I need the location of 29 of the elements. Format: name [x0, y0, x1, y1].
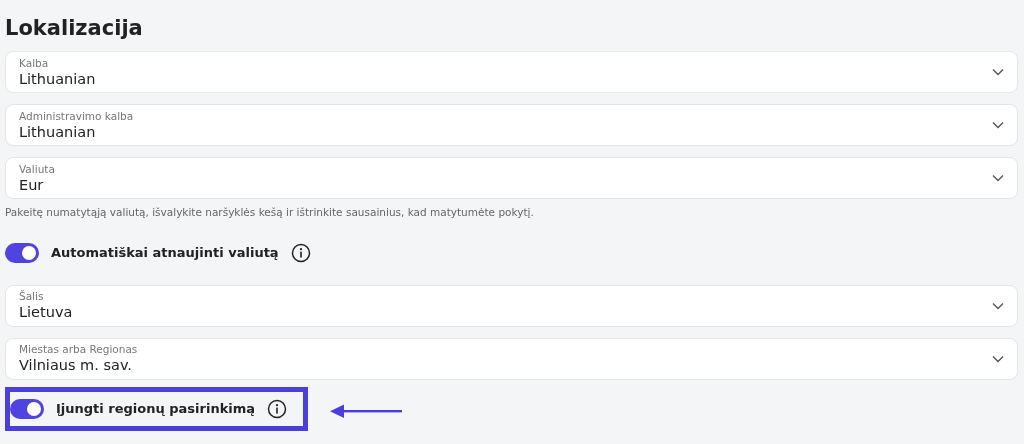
- field-value: Lithuanian: [19, 69, 97, 89]
- select-field[interactable]: Valiuta Eur: [5, 157, 1018, 199]
- help-text: Pakeitę numatytąją valiutą, išvalykite naršyklės kešą ir ištrinkite sausainius, kad matytumėte pokytį.: [5, 205, 535, 220]
- field-value: Eur: [19, 175, 45, 195]
- arrow-icon: [330, 403, 403, 418]
- field-label: Valiuta: [19, 161, 56, 176]
- toggle-label: Įjungti regionų pasirinkimą: [56, 400, 256, 418]
- field-value: Lietuva: [19, 303, 74, 323]
- field-label: Miestas arba Regionas: [19, 342, 139, 357]
- page-title: Lokalizacija: [5, 15, 144, 42]
- field-value: Lithuanian: [19, 122, 97, 142]
- field-label: Administravimo kalba: [19, 108, 135, 123]
- chevron-down-icon: [992, 354, 1004, 363]
- field-label: Šalis: [19, 289, 45, 304]
- select-field[interactable]: Miestas arba Regionas Vilniaus m. sav.: [5, 337, 1018, 380]
- chevron-down-icon: [992, 68, 1004, 76]
- toggle-label: Automatiškai atnaujinti valiutą: [51, 244, 279, 262]
- chevron-down-icon: [992, 121, 1004, 129]
- select-field[interactable]: Administravimo kalba Lithuanian: [5, 104, 1018, 146]
- select-field[interactable]: Šalis Lietuva: [5, 284, 1018, 327]
- toggle-switch[interactable]: [5, 242, 39, 263]
- field-value: Vilniaus m. sav.: [19, 356, 133, 376]
- chevron-down-icon: [992, 301, 1004, 310]
- select-field[interactable]: Kalba Lithuanian: [5, 51, 1018, 93]
- toggle-switch[interactable]: [10, 398, 44, 419]
- info-icon: [290, 242, 311, 263]
- field-label: Kalba: [19, 55, 50, 70]
- chevron-down-icon: [992, 174, 1004, 182]
- info-icon: [267, 398, 288, 419]
